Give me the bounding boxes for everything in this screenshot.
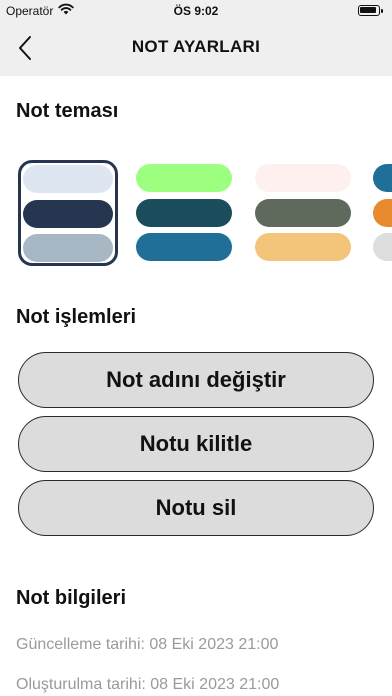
rename-note-button[interactable]: Not adını değiştir xyxy=(18,352,374,408)
theme-swatch xyxy=(23,200,113,228)
theme-swatch xyxy=(373,164,392,192)
lock-note-button[interactable]: Notu kilitle xyxy=(18,416,374,472)
navigation-bar: NOT AYARLARI xyxy=(0,22,392,76)
theme-option-1[interactable] xyxy=(18,160,118,266)
theme-swatch xyxy=(373,199,392,227)
theme-option-3[interactable] xyxy=(255,160,355,266)
theme-section-title: Not teması xyxy=(16,100,119,122)
theme-option-2[interactable] xyxy=(136,160,236,266)
theme-swatch xyxy=(255,199,351,227)
note-actions: Not adını değiştir Notu kilitle Notu sil xyxy=(18,352,374,544)
theme-option-4[interactable] xyxy=(373,160,392,266)
theme-swatch xyxy=(136,164,232,192)
theme-swatch xyxy=(23,234,113,262)
theme-swatch xyxy=(255,164,351,192)
status-bar: Operatör ÖS 9:02 xyxy=(0,0,392,22)
delete-note-button[interactable]: Notu sil xyxy=(18,480,374,536)
theme-swatch xyxy=(373,233,392,261)
theme-picker xyxy=(0,160,392,270)
theme-swatch xyxy=(255,233,351,261)
created-date: Oluşturulma tarihi: 08 Eki 2023 21:00 xyxy=(16,676,280,693)
clock: ÖS 9:02 xyxy=(173,4,219,18)
actions-section-title: Not işlemleri xyxy=(16,306,137,328)
theme-swatch xyxy=(136,199,232,227)
updated-date: Güncelleme tarihi: 08 Eki 2023 21:00 xyxy=(16,636,279,653)
info-section-title: Not bilgileri xyxy=(16,587,126,609)
theme-swatch xyxy=(136,233,232,261)
theme-swatch xyxy=(23,165,113,193)
battery-icon xyxy=(358,5,383,16)
page-title: NOT AYARLARI xyxy=(131,37,261,56)
